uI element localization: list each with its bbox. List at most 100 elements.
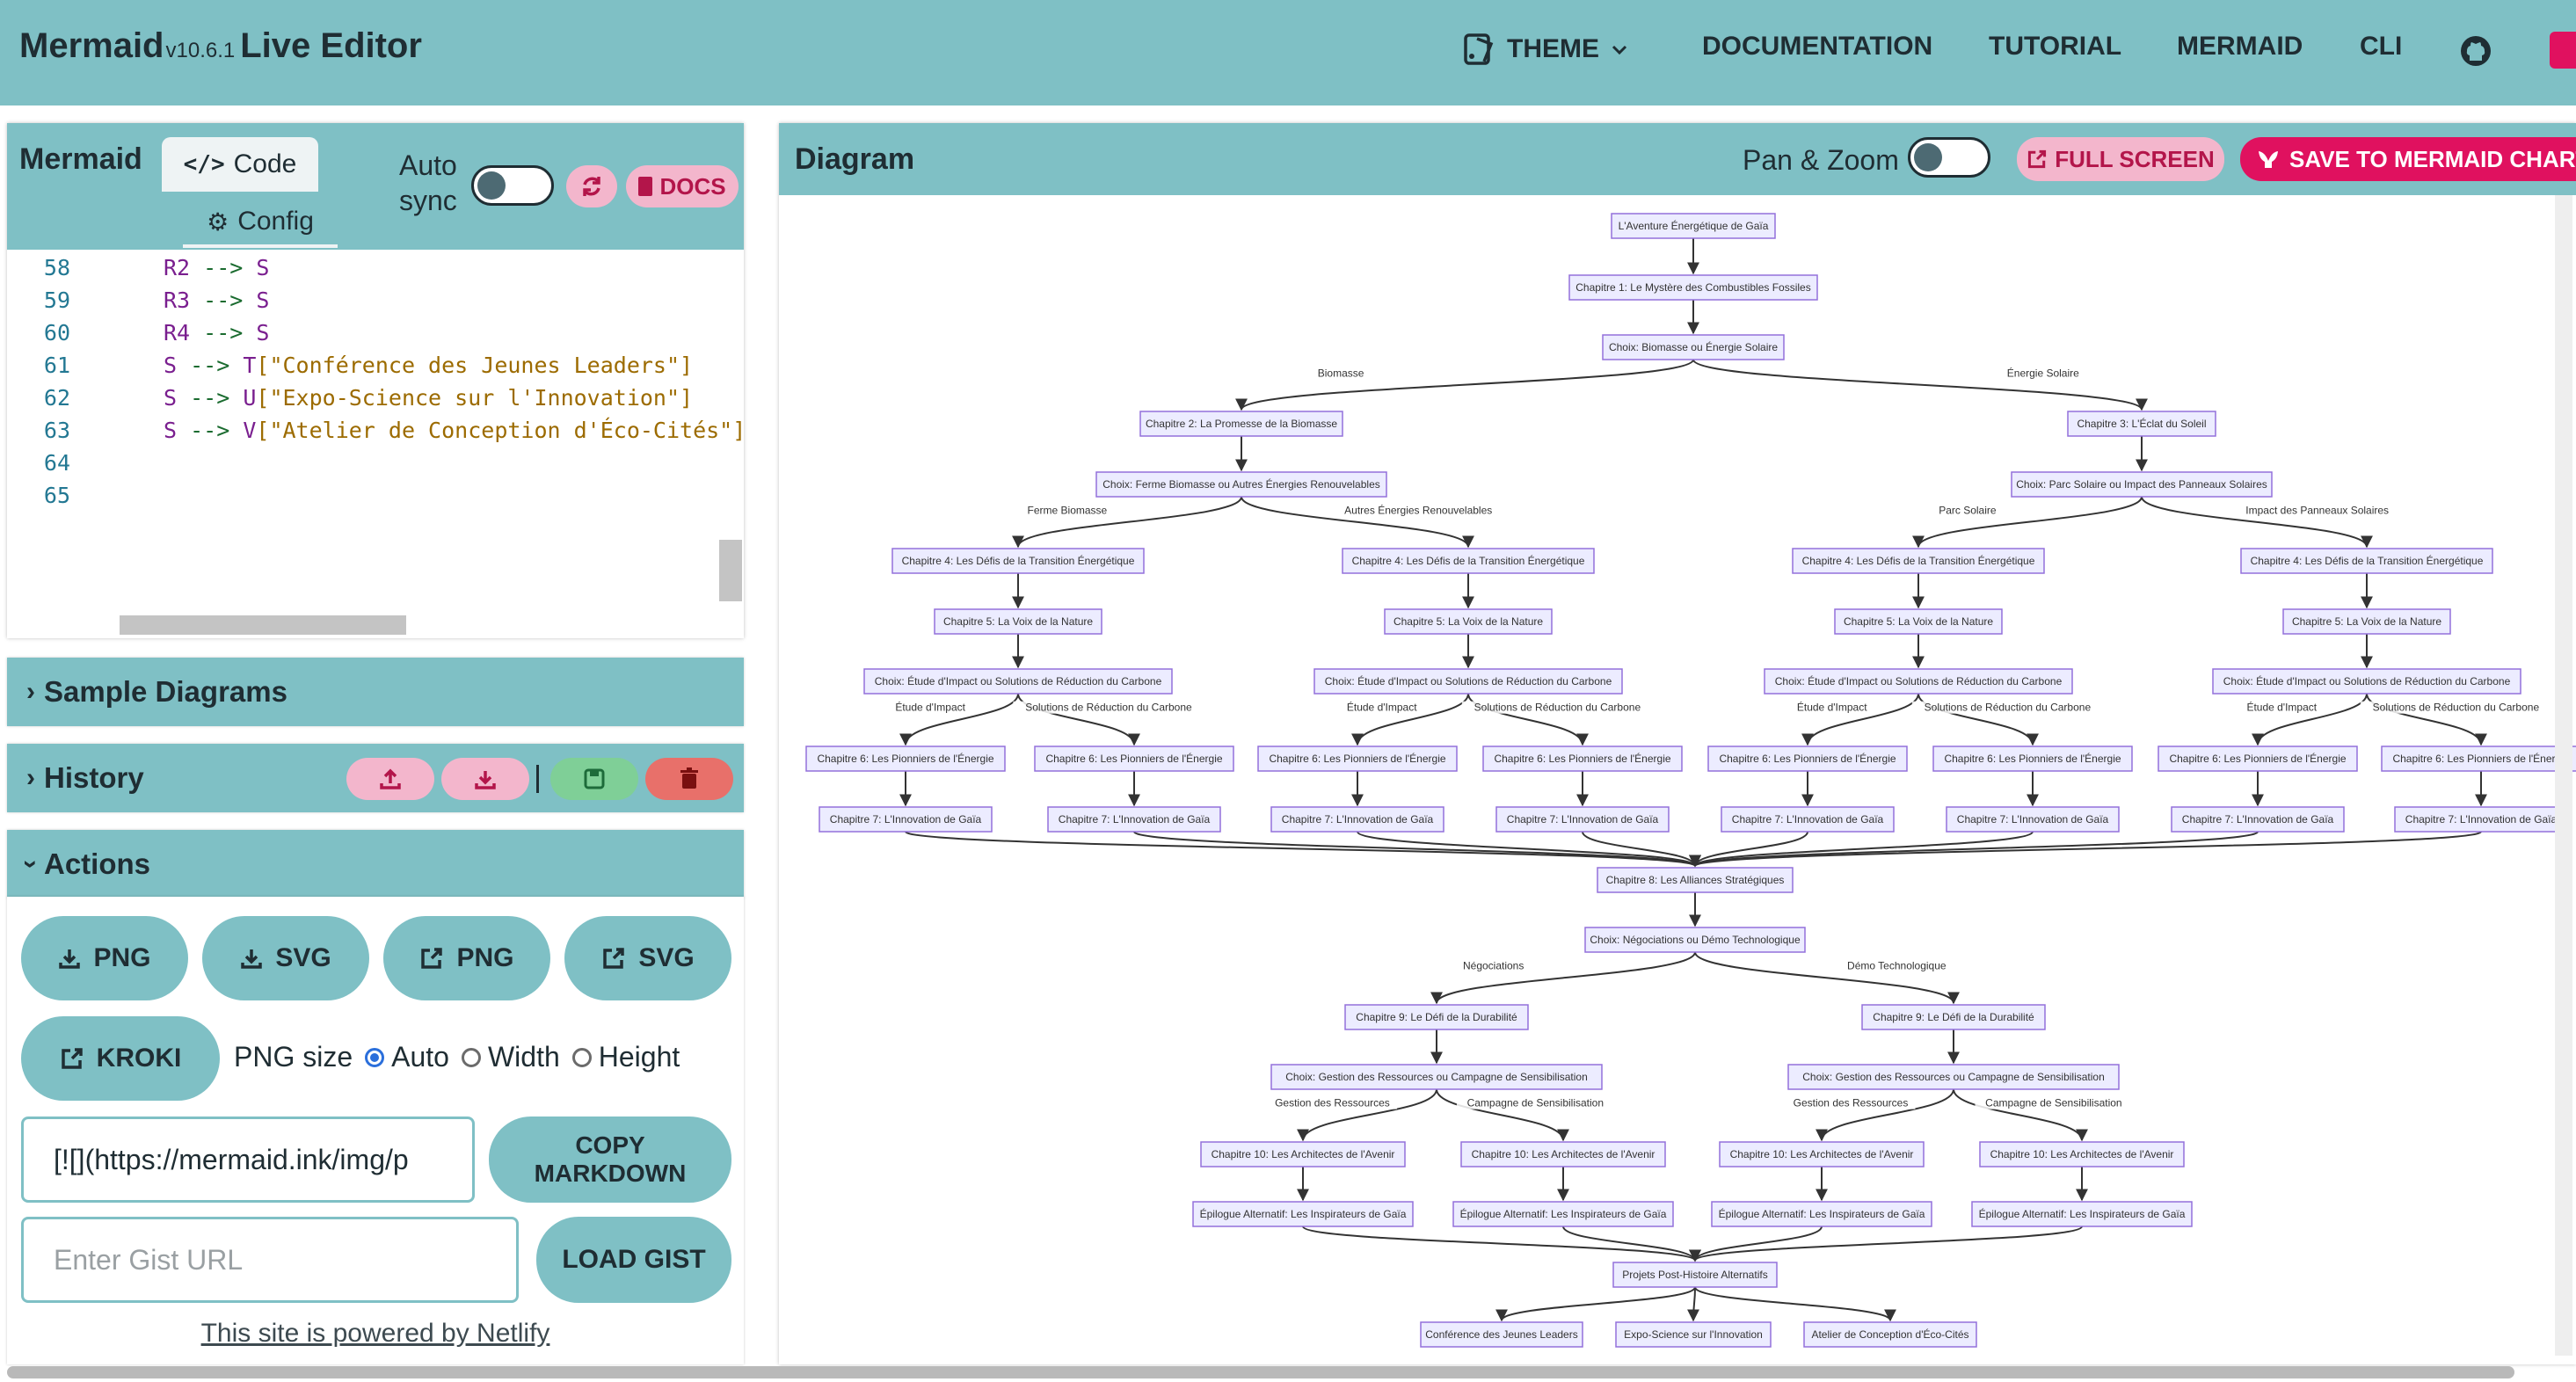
node-ch7c2[interactable]: Chapitre 7: L'Innovation de Gaïa <box>1946 806 2120 833</box>
node-c1[interactable]: Choix: Biomasse ou Énergie Solaire <box>1602 334 1785 360</box>
sample-diagrams-section[interactable]: › Sample Diagrams <box>7 658 744 726</box>
node-ch5a[interactable]: Chapitre 5: La Voix de la Nature <box>934 608 1102 635</box>
node-ch7a2[interactable]: Chapitre 7: L'Innovation de Gaïa <box>1047 806 1221 833</box>
node-c5c[interactable]: Choix: Étude d'Impact ou Solutions de Ré… <box>1764 668 2073 695</box>
node-cbio[interactable]: Choix: Ferme Biomasse ou Autres Énergies… <box>1095 471 1387 498</box>
open-png-button[interactable]: PNG <box>383 916 550 1000</box>
tab-config[interactable]: ⚙ Config <box>183 199 338 248</box>
node-ch4d[interactable]: Chapitre 4: Les Défis de la Transition É… <box>2240 548 2493 574</box>
node-ch7c1[interactable]: Chapitre 7: L'Innovation de Gaïa <box>1721 806 1895 833</box>
node-ch3[interactable]: Chapitre 3: L'Éclat du Soleil <box>2067 411 2216 437</box>
node-ch5b[interactable]: Chapitre 5: La Voix de la Nature <box>1384 608 1553 635</box>
node-csol[interactable]: Choix: Parc Solaire ou Impact des Pannea… <box>2011 471 2273 498</box>
code-line[interactable]: 61 S --> T["Conférence des Jeunes Leaders… <box>7 353 693 385</box>
kroki-button[interactable]: KROKI <box>21 1016 220 1101</box>
radio-width[interactable] <box>461 1047 481 1067</box>
history-section[interactable]: › History <box>7 744 744 812</box>
gist-url-input[interactable]: Enter Gist URL <box>21 1217 519 1303</box>
node-ch6c2[interactable]: Chapitre 6: Les Pionniers de l'Énergie <box>1932 746 2133 772</box>
code-line[interactable]: 60 R4 --> S <box>7 320 270 353</box>
node-root[interactable]: L'Aventure Énergétique de Gaïa <box>1611 213 1776 239</box>
node-ch7b2[interactable]: Chapitre 7: L'Innovation de Gaïa <box>1495 806 1670 833</box>
theme-menu[interactable]: THEME <box>1461 32 1629 67</box>
open-svg-button[interactable]: SVG <box>564 916 731 1000</box>
node-ch9b[interactable]: Chapitre 9: Le Défi de la Durabilité <box>1861 1004 2046 1030</box>
node-ch4b[interactable]: Chapitre 4: Les Défis de la Transition É… <box>1342 548 1595 574</box>
node-ch5c[interactable]: Chapitre 5: La Voix de la Nature <box>1834 608 2003 635</box>
node-ch6d2[interactable]: Chapitre 6: Les Pionniers de l'Énergie <box>2381 746 2576 772</box>
netlify-link[interactable]: This site is powered by Netlify <box>7 1319 744 1349</box>
node-ch7d2[interactable]: Chapitre 7: L'Innovation de Gaïa <box>2394 806 2568 833</box>
code-line[interactable]: 63 S --> V["Atelier de Conception d'Éco-C… <box>7 418 746 450</box>
clear-history-button[interactable] <box>645 758 733 800</box>
node-c9b[interactable]: Choix: Gestion des Ressources ou Campagn… <box>1787 1064 2120 1090</box>
load-gist-button[interactable]: LOAD GIST <box>536 1217 731 1303</box>
node-epib1[interactable]: Épilogue Alternatif: Les Inspirateurs de… <box>1711 1201 1932 1227</box>
node-ch10a1[interactable]: Chapitre 10: Les Architectes de l'Avenir <box>1200 1141 1406 1167</box>
code-line[interactable]: 59 R3 --> S <box>7 287 270 320</box>
full-screen-button[interactable]: FULL SCREEN <box>2017 137 2224 181</box>
tab-code[interactable]: </> Code <box>162 137 318 192</box>
node-ch7a1[interactable]: Chapitre 7: L'Innovation de Gaïa <box>819 806 993 833</box>
node-ch6a2[interactable]: Chapitre 6: Les Pionniers de l'Énergie <box>1034 746 1234 772</box>
node-epia2[interactable]: Épilogue Alternatif: Les Inspirateurs de… <box>1452 1201 1674 1227</box>
node-c5d[interactable]: Choix: Étude d'Impact ou Solutions de Ré… <box>2212 668 2521 695</box>
copy-markdown-button[interactable]: COPY MARKDOWN <box>489 1117 731 1203</box>
nav-cli[interactable]: CLI <box>2360 32 2402 62</box>
node-ch8[interactable]: Chapitre 8: Les Alliances Stratégiques <box>1597 867 1794 893</box>
node-ch1[interactable]: Chapitre 1: Le Mystère des Combustibles … <box>1568 274 1818 301</box>
node-v[interactable]: Atelier de Conception d'Éco-Cités <box>1803 1321 1977 1348</box>
node-ch6d1[interactable]: Chapitre 6: Les Pionniers de l'Énergie <box>2158 746 2358 772</box>
page-horizontal-scrollbar[interactable] <box>7 1366 2514 1378</box>
node-ch6b1[interactable]: Chapitre 6: Les Pionniers de l'Énergie <box>1257 746 1458 772</box>
download-svg-button[interactable]: SVG <box>202 916 369 1000</box>
app-brand[interactable]: Mermaid v10.6.1 Live Editor <box>19 26 422 66</box>
node-ch10b1[interactable]: Chapitre 10: Les Architectes de l'Avenir <box>1719 1141 1925 1167</box>
actions-section[interactable]: › Actions <box>7 830 744 898</box>
nav-documentation[interactable]: DOCUMENTATION <box>1702 32 1932 62</box>
upload-history-button[interactable] <box>346 758 434 800</box>
radio-height[interactable] <box>571 1047 592 1067</box>
node-u[interactable]: Expo-Science sur l'Innovation <box>1615 1321 1772 1348</box>
diagram-vertical-scrollbar[interactable] <box>2555 195 2572 1356</box>
node-c9a[interactable]: Choix: Gestion des Ressources ou Campagn… <box>1270 1064 1603 1090</box>
save-to-mermaid-chart-button[interactable]: SAVE TO MERMAID CHART <box>2240 137 2576 181</box>
pan-zoom-toggle[interactable] <box>1908 137 1990 178</box>
node-ch9a[interactable]: Chapitre 9: Le Défi de la Durabilité <box>1344 1004 1529 1030</box>
code-line[interactable]: 58 R2 --> S <box>7 255 270 287</box>
github-icon[interactable] <box>2458 33 2493 69</box>
code-editor[interactable]: 58 R2 --> S 59 R3 --> S 60 R4 --> S 61 S --> T[… <box>7 250 746 636</box>
node-proj[interactable]: Projets Post-Histoire Alternatifs <box>1612 1262 1778 1288</box>
node-ch6b2[interactable]: Chapitre 6: Les Pionniers de l'Énergie <box>1482 746 1683 772</box>
node-c5a[interactable]: Choix: Étude d'Impact ou Solutions de Ré… <box>863 668 1173 695</box>
auto-sync-toggle[interactable] <box>471 165 554 206</box>
node-epia1[interactable]: Épilogue Alternatif: Les Inspirateurs de… <box>1192 1201 1414 1227</box>
node-c5b[interactable]: Choix: Étude d'Impact ou Solutions de Ré… <box>1313 668 1623 695</box>
flowchart[interactable]: L'Aventure Énergétique de Gaïa Chapitre 1… <box>779 195 2576 1364</box>
code-line[interactable]: 64 <box>7 450 70 483</box>
node-ch10a2[interactable]: Chapitre 10: Les Architectes de l'Avenir <box>1460 1141 1666 1167</box>
node-ch6a1[interactable]: Chapitre 6: Les Pionniers de l'Énergie <box>805 746 1006 772</box>
editor-horizontal-scrollbar[interactable] <box>120 615 406 635</box>
nav-tutorial[interactable]: TUTORIAL <box>1989 32 2121 62</box>
node-t[interactable]: Conférence des Jeunes Leaders <box>1420 1321 1583 1348</box>
radio-auto[interactable] <box>365 1047 385 1067</box>
node-ch5d[interactable]: Chapitre 5: La Voix de la Nature <box>2282 608 2451 635</box>
mermaid-chart-logo[interactable] <box>2550 32 2576 69</box>
node-ch4c[interactable]: Chapitre 4: Les Défis de la Transition É… <box>1792 548 2045 574</box>
sync-button[interactable] <box>566 165 617 207</box>
code-line[interactable]: 62 S --> U["Expo-Science sur l'Innovation… <box>7 385 693 418</box>
node-epib2[interactable]: Épilogue Alternatif: Les Inspirateurs de… <box>1971 1201 2193 1227</box>
node-c8[interactable]: Choix: Négociations ou Démo Technologiqu… <box>1584 927 1806 953</box>
node-ch6c1[interactable]: Chapitre 6: Les Pionniers de l'Énergie <box>1707 746 1908 772</box>
download-history-button[interactable] <box>441 758 529 800</box>
save-history-button[interactable] <box>550 758 638 800</box>
docs-button[interactable]: DOCS <box>626 165 739 207</box>
node-ch7b1[interactable]: Chapitre 7: L'Innovation de Gaïa <box>1270 806 1444 833</box>
nav-mermaid[interactable]: MERMAID <box>2177 32 2303 62</box>
markdown-field[interactable]: [![](https://mermaid.ink/img/p <box>21 1117 475 1203</box>
code-line[interactable]: 65 <box>7 483 70 515</box>
editor-vertical-scrollbar[interactable] <box>719 540 742 601</box>
download-png-button[interactable]: PNG <box>21 916 188 1000</box>
node-ch10b2[interactable]: Chapitre 10: Les Architectes de l'Avenir <box>1979 1141 2185 1167</box>
